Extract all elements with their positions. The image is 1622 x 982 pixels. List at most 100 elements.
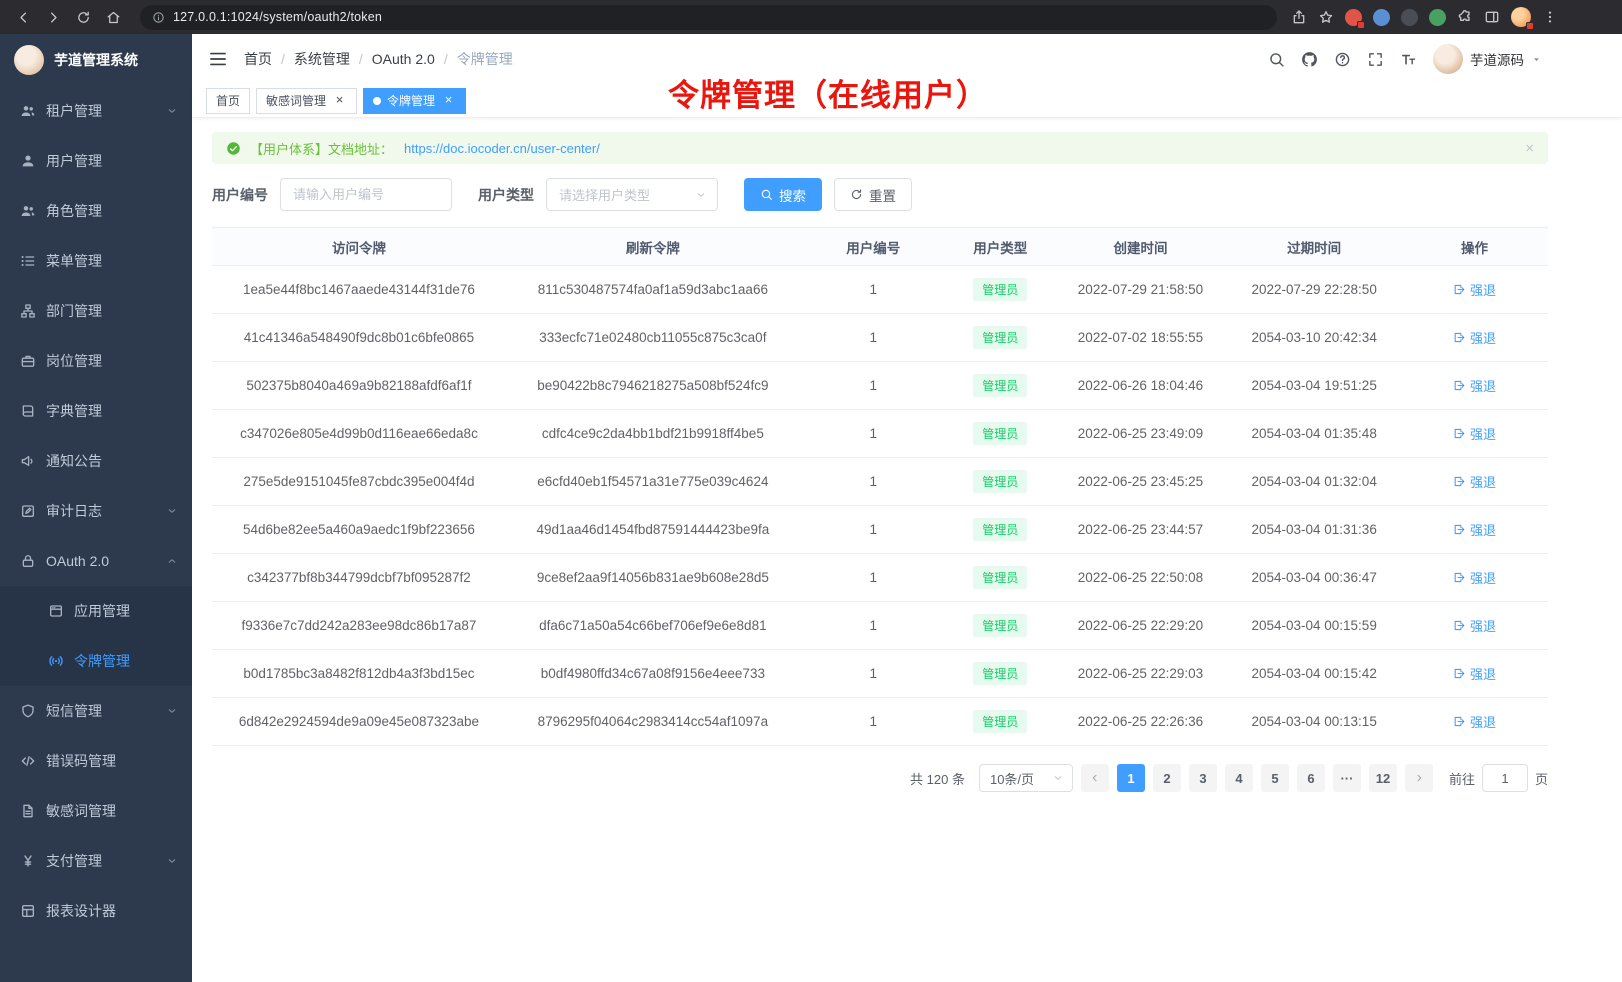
sidebar-item-error-code-mgmt[interactable]: 错误码管理 bbox=[0, 736, 192, 786]
tab-sensitive-word-mgmt[interactable]: 敏感词管理 × bbox=[256, 88, 357, 114]
browser-nav-buttons bbox=[10, 4, 126, 30]
browser-menu-icon[interactable] bbox=[1542, 9, 1558, 25]
page-button-2[interactable]: 2 bbox=[1153, 764, 1181, 792]
chevron-up-icon bbox=[166, 555, 178, 567]
sidebar-item-notice[interactable]: 通知公告 bbox=[0, 436, 192, 486]
browser-profile-avatar[interactable] bbox=[1511, 7, 1531, 27]
page-button-3[interactable]: 3 bbox=[1189, 764, 1217, 792]
site-info-icon[interactable] bbox=[152, 11, 165, 24]
github-icon[interactable] bbox=[1301, 51, 1318, 68]
table-row: c347026e805e4d99b0d116eae66eda8c cdfc4ce… bbox=[212, 410, 1548, 458]
force-logout-button[interactable]: 强退 bbox=[1453, 280, 1496, 299]
page-button-4[interactable]: 4 bbox=[1225, 764, 1253, 792]
user-type-select[interactable]: 请选择用户类型 bbox=[546, 178, 718, 211]
extensions-puzzle-icon[interactable] bbox=[1457, 9, 1473, 25]
force-logout-button[interactable]: 强退 bbox=[1453, 424, 1496, 443]
doc-link[interactable]: https://doc.iocoder.cn/user-center/ bbox=[404, 141, 600, 156]
search-icon[interactable] bbox=[1268, 51, 1285, 68]
sidebar-item-pay-mgmt[interactable]: 支付管理 bbox=[0, 836, 192, 886]
sidebar-item-oauth2-token-mgmt[interactable]: 令牌管理 bbox=[0, 636, 192, 686]
sidebar-item-menu-mgmt[interactable]: 菜单管理 bbox=[0, 236, 192, 286]
extension-green-icon[interactable] bbox=[1429, 9, 1446, 26]
side-panel-icon[interactable] bbox=[1484, 9, 1500, 25]
user-type-badge: 管理员 bbox=[973, 422, 1027, 445]
table-row: 502375b8040a469a9b82188afdf6af1f be90422… bbox=[212, 362, 1548, 410]
home-icon[interactable] bbox=[100, 4, 126, 30]
sidebar-item-oauth2[interactable]: OAuth 2.0 bbox=[0, 536, 192, 586]
sidebar-item-oauth2-app-mgmt[interactable]: 应用管理 bbox=[0, 586, 192, 636]
reset-button[interactable]: 重置 bbox=[834, 178, 912, 211]
extension-red-icon[interactable] bbox=[1345, 9, 1362, 26]
action-cell: 强退 bbox=[1401, 362, 1548, 410]
force-logout-button[interactable]: 强退 bbox=[1453, 568, 1496, 587]
sidebar-item-label: 令牌管理 bbox=[74, 651, 178, 671]
sidebar-item-label: 审计日志 bbox=[46, 501, 156, 521]
tab-close-icon[interactable]: × bbox=[441, 93, 456, 108]
sidebar-item-tenant-mgmt[interactable]: 租户管理 bbox=[0, 86, 192, 136]
page-button-12[interactable]: 12 bbox=[1369, 764, 1397, 792]
force-logout-button[interactable]: 强退 bbox=[1453, 520, 1496, 539]
force-logout-button[interactable]: 强退 bbox=[1453, 664, 1496, 683]
main-area: 首页 / 系统管理 / OAuth 2.0 / 令牌管理 bbox=[192, 34, 1622, 982]
extension-blue-icon[interactable] bbox=[1373, 9, 1390, 26]
table-row: f9336e7c7dd242a283ee98dc86b17a87 dfa6c71… bbox=[212, 602, 1548, 650]
page-more-button[interactable]: ··· bbox=[1333, 764, 1361, 792]
share-icon[interactable] bbox=[1291, 9, 1307, 25]
chevron-down-icon bbox=[166, 855, 178, 867]
page-button-5[interactable]: 5 bbox=[1261, 764, 1289, 792]
sidebar-item-sensitive-word-mgmt[interactable]: 敏感词管理 bbox=[0, 786, 192, 836]
user-id-label: 用户编号 bbox=[212, 185, 268, 205]
tab-token-mgmt[interactable]: 令牌管理 × bbox=[363, 88, 466, 114]
sidebar-item-dict-mgmt[interactable]: 字典管理 bbox=[0, 386, 192, 436]
extension-dark-icon[interactable] bbox=[1401, 9, 1418, 26]
prev-page-button[interactable] bbox=[1081, 764, 1109, 792]
back-icon[interactable] bbox=[10, 4, 36, 30]
app-logo[interactable]: 芋道管理系统 bbox=[0, 34, 192, 86]
sidebar-item-report-designer[interactable]: 报表设计器 bbox=[0, 886, 192, 936]
tab-label: 首页 bbox=[216, 92, 240, 109]
address-bar[interactable]: 127.0.0.1:1024/system/oauth2/token bbox=[140, 5, 1277, 30]
extension-badge bbox=[1357, 21, 1365, 29]
fullscreen-icon[interactable] bbox=[1367, 51, 1384, 68]
action-cell: 强退 bbox=[1401, 314, 1548, 362]
sidebar-item-sms-mgmt[interactable]: 短信管理 bbox=[0, 686, 192, 736]
user-id-cell: 1 bbox=[800, 650, 947, 698]
access-token-cell: 1ea5e44f8bc1467aaede43144f31de76 bbox=[212, 266, 506, 314]
list-icon bbox=[20, 253, 36, 269]
force-logout-button[interactable]: 强退 bbox=[1453, 712, 1496, 731]
sidebar-item-dept-mgmt[interactable]: 部门管理 bbox=[0, 286, 192, 336]
refresh-icon[interactable] bbox=[70, 4, 96, 30]
next-page-button[interactable] bbox=[1405, 764, 1433, 792]
user-type-badge: 管理员 bbox=[973, 518, 1027, 541]
force-logout-button[interactable]: 强退 bbox=[1453, 328, 1496, 347]
bookmark-star-icon[interactable] bbox=[1318, 9, 1334, 25]
table-body: 1ea5e44f8bc1467aaede43144f31de76 811c530… bbox=[212, 266, 1548, 746]
page-button-1[interactable]: 1 bbox=[1117, 764, 1145, 792]
question-icon[interactable] bbox=[1334, 51, 1351, 68]
sidebar-item-audit-log[interactable]: 审计日志 bbox=[0, 486, 192, 536]
briefcase-icon bbox=[20, 353, 36, 369]
search-button[interactable]: 搜索 bbox=[744, 178, 822, 211]
tab-home[interactable]: 首页 bbox=[206, 88, 250, 114]
tab-bar: 首页 敏感词管理 × 令牌管理 × bbox=[192, 84, 1622, 118]
alert-close-icon[interactable]: × bbox=[1525, 140, 1534, 157]
sidebar-collapse-icon[interactable] bbox=[208, 49, 228, 69]
tab-close-icon[interactable]: × bbox=[332, 93, 347, 108]
user-type-cell: 管理员 bbox=[947, 602, 1054, 650]
force-logout-button[interactable]: 强退 bbox=[1453, 472, 1496, 491]
force-logout-button[interactable]: 强退 bbox=[1453, 616, 1496, 635]
force-logout-button[interactable]: 强退 bbox=[1453, 376, 1496, 395]
font-size-icon[interactable] bbox=[1400, 51, 1417, 68]
sidebar-item-role-mgmt[interactable]: 角色管理 bbox=[0, 186, 192, 236]
page-size-select[interactable]: 10条/页 bbox=[979, 764, 1073, 792]
user-id-cell: 1 bbox=[800, 602, 947, 650]
header-actions: 芋道源码 bbox=[1268, 44, 1542, 74]
user-menu[interactable]: 芋道源码 bbox=[1433, 44, 1542, 74]
sidebar-item-user-mgmt[interactable]: 用户管理 bbox=[0, 136, 192, 186]
page-button-6[interactable]: 6 bbox=[1297, 764, 1325, 792]
user-id-input[interactable] bbox=[280, 178, 452, 211]
sidebar-item-post-mgmt[interactable]: 岗位管理 bbox=[0, 336, 192, 386]
forward-icon[interactable] bbox=[40, 4, 66, 30]
sidebar: 芋道管理系统 租户管理 用户管理 角色管理 bbox=[0, 34, 192, 982]
goto-page-input[interactable] bbox=[1482, 764, 1528, 792]
